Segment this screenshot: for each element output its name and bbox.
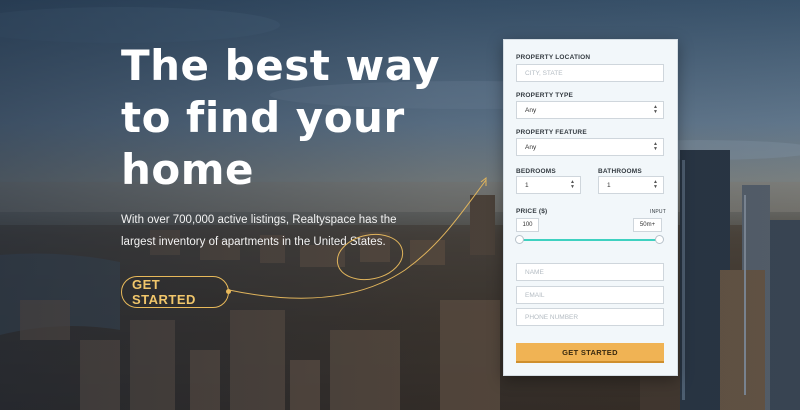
property-feature-value: Any [525, 144, 536, 151]
headline-line-2: to find your [121, 92, 451, 144]
bedrooms-label: BEDROOMS [516, 168, 556, 175]
property-search-form: PROPERTY LOCATION CITY, STATE PROPERTY T… [503, 39, 678, 376]
property-feature-label: PROPERTY FEATURE [516, 129, 587, 136]
price-min-handle[interactable] [515, 235, 524, 244]
select-caret-icon: ▲▼ [570, 180, 575, 190]
price-max-input[interactable]: 50m+ [633, 218, 662, 232]
bathrooms-select[interactable]: 1 ▲▼ [598, 176, 664, 194]
select-caret-icon: ▲▼ [653, 105, 658, 115]
bathrooms-value: 1 [607, 182, 611, 189]
property-location-label: PROPERTY LOCATION [516, 54, 590, 61]
property-type-label: PROPERTY TYPE [516, 92, 573, 99]
select-caret-icon: ▲▼ [653, 180, 658, 190]
price-input-toggle[interactable]: INPUT [650, 209, 666, 215]
hero-get-started-label: GET STARTED [132, 277, 228, 307]
price-max-handle[interactable] [655, 235, 664, 244]
bedrooms-select[interactable]: 1 ▲▼ [516, 176, 581, 194]
property-type-select[interactable]: Any ▲▼ [516, 101, 664, 119]
property-feature-select[interactable]: Any ▲▼ [516, 138, 664, 156]
hero-headline: The best way to find your home [121, 40, 451, 196]
headline-line-3: home [121, 144, 451, 196]
cta-dot-icon [226, 289, 231, 294]
select-caret-icon: ▲▼ [653, 142, 658, 152]
hero-get-started-button[interactable]: GET STARTED [121, 276, 229, 308]
name-input[interactable]: NAME [516, 263, 664, 281]
property-location-input[interactable]: CITY, STATE [516, 64, 664, 82]
hero-subtext: With over 700,000 active listings, Realt… [121, 209, 421, 253]
form-get-started-button[interactable]: GET STARTED [516, 343, 664, 363]
price-label: PRICE ($) [516, 208, 547, 215]
bathrooms-label: BATHROOMS [598, 168, 642, 175]
email-input[interactable]: EMAIL [516, 286, 664, 304]
price-min-input[interactable]: 100 [516, 218, 539, 232]
property-type-value: Any [525, 107, 536, 114]
price-range-track[interactable] [516, 239, 662, 241]
headline-line-1: The best way [121, 40, 451, 92]
bedrooms-value: 1 [525, 182, 529, 189]
phone-input[interactable]: PHONE NUMBER [516, 308, 664, 326]
